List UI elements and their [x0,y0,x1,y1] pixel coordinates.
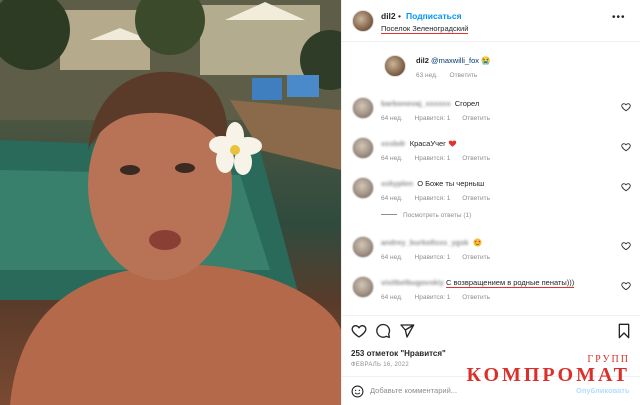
commenter-avatar[interactable] [352,236,374,258]
comment-text: @maxwilli_fox 😭 [431,56,491,65]
likes-count[interactable]: 253 отметок "Нравится" [351,349,446,358]
comment-username[interactable]: andrey_burkollxxx_ygsk [381,238,469,247]
share-icon[interactable] [399,323,415,339]
comment-body: andrey_burkollxxx_ygsk [381,238,482,247]
comment-age: 64 нед. [381,195,403,202]
heart-eyes-emoji-icon [473,238,482,247]
comment-body: xxxbdr КрасаУчег [381,139,457,148]
comment-likes[interactable]: Нравится: 1 [415,155,451,162]
comment-text: КрасаУчег [409,139,446,148]
publish-button[interactable]: Опубликовать [576,386,630,395]
commenter-avatar[interactable] [352,97,374,119]
comment-username[interactable]: xxxbdr [381,139,406,148]
emoji-icon[interactable] [351,385,364,398]
comment-body: barbonovaj_xxxxxx Сгорел [381,99,479,108]
reply-button[interactable]: Ответить [462,195,490,202]
watermark-sub: ГРУПП [587,354,630,365]
comment-icon[interactable] [375,323,391,339]
reply-button[interactable]: Ответить [462,115,490,122]
replies-line [381,214,397,215]
comment-meta: 64 нед. Нравится: 1 Ответить [381,195,500,202]
heart-icon[interactable] [621,142,631,152]
commenter-avatar[interactable] [352,137,374,159]
comment-username[interactable]: barbonovaj_xxxxxx [381,99,451,108]
more-icon[interactable]: ••• [612,12,626,23]
comment-body: visitbelbugovskiy С возвращением в родные… [381,278,575,288]
post-photo-illustration [0,0,341,405]
reply-button[interactable]: Ответить [462,294,490,301]
header-separator: • [398,11,401,21]
comment-likes[interactable]: Нравится: 1 [415,254,451,261]
comment-likes[interactable]: Нравится: 1 [415,195,451,202]
heart-icon[interactable] [351,323,367,339]
comment-body: xxkyplen О Боже ты черныш [381,179,484,188]
comment-input[interactable]: Добавьте комментарий... [370,386,457,395]
comment-text: С возвращением в родные пенаты))) [445,278,575,288]
comment-meta: 64 нед. Нравится: 1 Ответить [381,155,500,162]
post-photo [0,0,341,405]
commenter-avatar[interactable] [352,276,374,298]
comment-age: 64 нед. [381,155,403,162]
post-panel: dil2 • Подписаться Поселок Зеленоградски… [341,0,640,405]
post-date: ФЕВРАЛЬ 16, 2022 [351,362,409,368]
watermark-main: КОМПРОМАТ [466,364,630,386]
commenter-avatar[interactable] [352,177,374,199]
comment-body: dil2 @maxwilli_fox 😭 [416,56,490,65]
comment-username[interactable]: dil2 [416,56,429,65]
author-username[interactable]: dil2 [381,11,396,21]
comment-age: 64 нед. [381,115,403,122]
watermark-logo: ГРУПП КОМПРОМАТ [466,354,630,387]
comment-meta: 64 нед. Нравится: 1 Ответить [381,115,500,122]
heart-icon[interactable] [621,182,631,192]
comment-text: Сгорел [454,99,480,108]
comment-age: 63 нед. [416,72,438,79]
reply-button[interactable]: Ответить [450,72,478,79]
commenter-avatar[interactable] [384,55,406,77]
reply-button[interactable]: Ответить [462,155,490,162]
bookmark-icon[interactable] [616,323,632,339]
comment-text: О Боже ты черныш [417,179,485,188]
reply-button[interactable]: Ответить [462,254,490,261]
heart-icon[interactable] [621,281,631,291]
heart-icon[interactable] [621,241,631,251]
comment-meta: 64 нед. Нравится: 1 Ответить [381,294,500,301]
follow-button[interactable]: Подписаться [406,11,462,21]
comment-username[interactable]: visitbelbugovskiy [381,278,444,287]
post-header: dil2 • Подписаться Поселок Зеленоградски… [342,0,640,42]
heart-icon[interactable] [621,102,631,112]
comment-likes[interactable]: Нравится: 1 [415,294,451,301]
comment-username[interactable]: xxkyplen [381,179,413,188]
comment-meta: 63 нед. Ответить [416,72,487,79]
comment-likes[interactable]: Нравится: 1 [415,115,451,122]
view-replies-label: Посмотреть ответы (1) [403,212,472,219]
post-location[interactable]: Поселок Зеленоградский [381,24,469,34]
author-avatar[interactable] [352,10,374,32]
comment-meta: 64 нед. Нравится: 1 Ответить [381,254,500,261]
comment-age: 64 нед. [381,254,403,261]
view-replies-button[interactable]: Посмотреть ответы (1) [381,212,471,219]
red-heart-emoji-icon [448,140,457,147]
comment-age: 64 нед. [381,294,403,301]
